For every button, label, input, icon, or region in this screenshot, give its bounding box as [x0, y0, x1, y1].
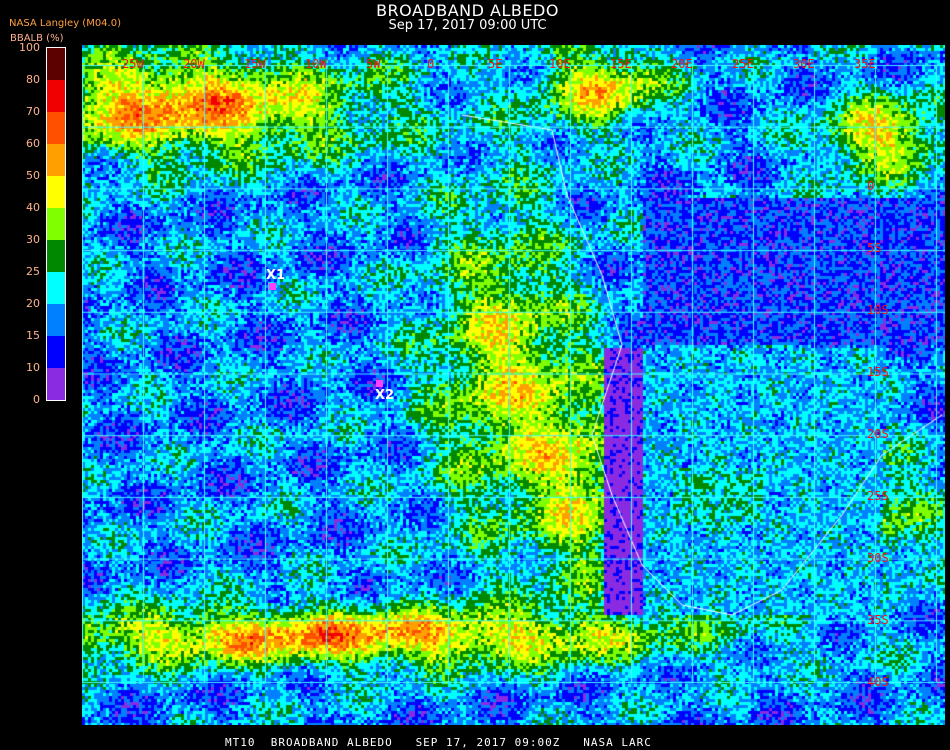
- colorbar-segment: [47, 144, 65, 176]
- source-label: NASA Langley (M04.0): [9, 18, 121, 29]
- colorbar: [46, 47, 66, 401]
- latitude-label: 0: [867, 179, 875, 193]
- map-overlay: X1 X2 25W 20W 15W 10W 5W 0 5E 10E 15E 20E 25E 30E 35…: [82, 45, 945, 725]
- colorbar-tick: 80: [26, 73, 40, 86]
- footer-caption: MT10 BROADBAND ALBEDO SEP 17, 2017 09:00…: [225, 736, 652, 749]
- colorbar-tick: 70: [26, 105, 40, 118]
- latitude-label: 30S: [867, 551, 889, 565]
- latitude-label: 15S: [867, 365, 889, 379]
- colorbar-tick: 15: [26, 329, 40, 342]
- colorbar-segment: [47, 240, 65, 272]
- colorbar-segment: [47, 80, 65, 112]
- longitude-label: 15W: [244, 57, 266, 71]
- colorbar-segment: [47, 368, 65, 400]
- colorbar-segment: [47, 208, 65, 240]
- longitude-label: 5E: [488, 57, 503, 71]
- colorbar-tick: 0: [33, 393, 40, 406]
- colorbar-segment: [47, 112, 65, 144]
- marker-x1-label: X1: [266, 268, 286, 283]
- colorbar-segment: [47, 336, 65, 368]
- colorbar-tick: 60: [26, 137, 40, 150]
- latitude-label: 40S: [867, 675, 889, 689]
- longitude-label: 5W: [366, 57, 381, 71]
- longitude-label: 30E: [793, 57, 815, 71]
- colorbar-tick: 25: [26, 265, 40, 278]
- longitude-label: 20W: [183, 57, 205, 71]
- latitude-label: 20S: [867, 427, 889, 441]
- colorbar-tick: 30: [26, 233, 40, 246]
- marker-x2-dot: [376, 380, 383, 387]
- colorbar-segment: [47, 176, 65, 208]
- colorbar-segment: [47, 272, 65, 304]
- longitude-label: 25E: [732, 57, 754, 71]
- latitude-label: 35S: [867, 613, 889, 627]
- longitude-label: 35E: [854, 57, 876, 71]
- colorbar-segment: [47, 48, 65, 80]
- colorbar-tick: 10: [26, 361, 40, 374]
- colorbar-tick: 50: [26, 169, 40, 182]
- map-timestamp: Sep 17, 2017 09:00 UTC: [388, 18, 547, 33]
- latitude-label: 10S: [867, 303, 889, 317]
- longitude-label: 15E: [610, 57, 632, 71]
- longitude-label: 10E: [549, 57, 571, 71]
- colorbar-tick: 40: [26, 201, 40, 214]
- longitude-label: 10W: [305, 57, 327, 71]
- colorbar-segment: [47, 304, 65, 336]
- longitude-label: 0: [427, 57, 435, 71]
- longitude-label: 20E: [671, 57, 693, 71]
- colorbar-tick: 20: [26, 297, 40, 310]
- marker-x1-dot: [269, 283, 276, 290]
- marker-x2-label: X2: [375, 388, 395, 403]
- latitude-label: 5S: [867, 241, 882, 255]
- latitude-label: 25S: [867, 489, 889, 503]
- colorbar-tick: 100: [19, 41, 40, 54]
- longitude-label: 25W: [122, 57, 144, 71]
